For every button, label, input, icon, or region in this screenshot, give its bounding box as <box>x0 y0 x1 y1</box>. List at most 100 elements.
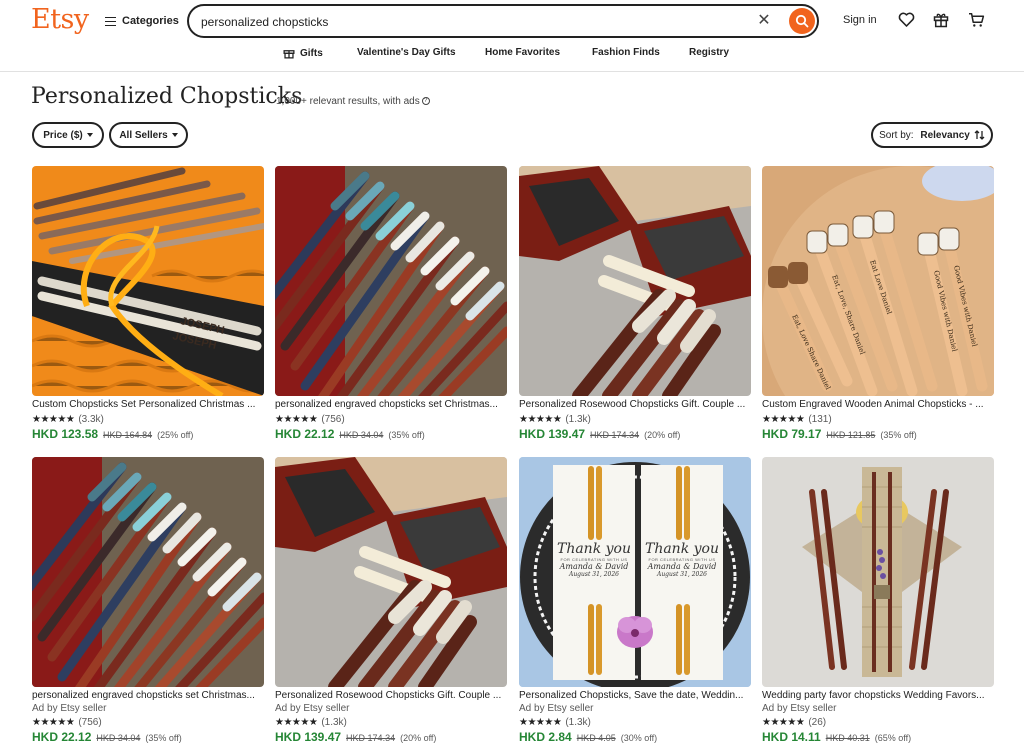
listing-rating: ★★★★★ (131) <box>762 412 994 427</box>
star-rating-icon: ★★★★★ <box>275 414 318 425</box>
listing-image[interactable]: Thank you FOR CELEBRATING WITH US Amanda… <box>519 457 751 687</box>
categories-label: Categories <box>122 15 179 27</box>
listing-image[interactable]: JOSEPH JOSEPH <box>32 166 264 396</box>
result-count-text: 1,000+ relevant results, with ads <box>276 96 420 107</box>
sign-in-link[interactable]: Sign in <box>843 14 877 26</box>
original-price: HKD 34.04 <box>339 430 384 440</box>
listing-price-row: HKD 139.47 HKD 174.34 (20% off) <box>519 427 751 443</box>
sort-value: Relevancy <box>920 129 970 141</box>
categories-button[interactable]: Categories <box>105 12 179 30</box>
listing-card[interactable]: Personalized Rosewood Chopsticks Gift. C… <box>519 166 751 443</box>
price-filter-button[interactable]: Price ($) <box>32 122 104 148</box>
ad-label: Ad by Etsy seller <box>519 703 594 714</box>
listing-rating: ★★★★★ (1.3k) <box>275 715 507 730</box>
original-price: HKD 40.31 <box>825 733 870 743</box>
listing-image[interactable] <box>519 166 751 396</box>
listing-title[interactable]: personalized engraved chopsticks set Chr… <box>32 690 264 703</box>
star-rating-icon: ★★★★★ <box>762 717 805 728</box>
review-count: (756) <box>321 414 345 425</box>
listing-rating: ★★★★★ (3.3k) <box>32 412 264 427</box>
sale-price: HKD 2.84 <box>519 730 572 744</box>
clear-icon[interactable]: ✕ <box>755 12 773 30</box>
sellers-filter-button[interactable]: All Sellers <box>109 122 188 148</box>
listing-card[interactable]: personalized engraved chopsticks set Chr… <box>32 457 264 746</box>
subnav-home-favorites[interactable]: Home Favorites <box>485 47 560 58</box>
subnav-registry[interactable]: Registry <box>689 47 729 58</box>
listing-card[interactable]: Eat, Love Share Daniel Eat, Love, Share … <box>762 166 994 443</box>
listing-title[interactable]: Custom Engraved Wooden Animal Chopsticks… <box>762 399 994 412</box>
listing-title[interactable]: personalized engraved chopsticks set Chr… <box>275 399 507 412</box>
listing-image[interactable]: Eat, Love Share Daniel Eat, Love, Share … <box>762 166 994 396</box>
sort-prefix: Sort by: <box>879 129 917 141</box>
subnav-fashion-finds[interactable]: Fashion Finds <box>592 47 660 58</box>
star-rating-icon: ★★★★★ <box>32 717 75 728</box>
listing-rating: ★★★★★ (1.3k) <box>519 715 751 730</box>
sale-price: HKD 22.12 <box>275 427 335 441</box>
ad-label: Ad by Etsy seller <box>762 703 837 714</box>
original-price: HKD 174.34 <box>590 430 640 440</box>
review-count: (26) <box>808 717 827 728</box>
sale-price: HKD 123.58 <box>32 427 99 441</box>
listing-title[interactable]: Personalized Rosewood Chopsticks Gift. C… <box>519 399 751 412</box>
sellers-filter-label: All Sellers <box>119 129 168 141</box>
review-count: (1.3k) <box>565 414 591 425</box>
listing-card[interactable]: JOSEPH JOSEPH Custom Chopsticks Set Pers… <box>32 166 264 443</box>
site-header: Etsy Categories ✕ Sign in Gifts Valentin… <box>0 0 1024 72</box>
listing-image[interactable] <box>275 166 507 396</box>
listing-price-row: HKD 79.17 HKD 121.85 (35% off) <box>762 427 994 443</box>
listing-price-row: HKD 22.12 HKD 34.04 (35% off) <box>32 730 264 746</box>
listing-title[interactable]: Custom Chopsticks Set Personalized Chris… <box>32 399 264 412</box>
thank-you-card-left: Thank you FOR CELEBRATING WITH US Amanda… <box>553 541 635 578</box>
listing-price-row: HKD 22.12 HKD 34.04 (35% off) <box>275 427 507 443</box>
heart-icon[interactable] <box>897 11 915 29</box>
search-button[interactable] <box>789 8 815 34</box>
sort-arrows-icon <box>974 130 985 140</box>
listing-rating: ★★★★★ (26) <box>762 715 994 730</box>
etsy-logo[interactable]: Etsy <box>31 4 89 35</box>
info-icon[interactable]: ? <box>421 97 430 106</box>
listing-image[interactable] <box>762 457 994 687</box>
discount: (35% off) <box>880 430 917 440</box>
subnav-gifts-label: Gifts <box>300 47 323 59</box>
hamburger-icon <box>105 16 116 27</box>
original-price: HKD 174.34 <box>346 733 396 743</box>
star-rating-icon: ★★★★★ <box>762 414 805 425</box>
discount: (20% off) <box>400 733 437 743</box>
listing-title[interactable]: Personalized Rosewood Chopsticks Gift. C… <box>275 690 507 703</box>
gift-icon[interactable] <box>932 11 950 29</box>
search-input[interactable] <box>201 13 741 31</box>
star-rating-icon: ★★★★★ <box>519 414 562 425</box>
listing-price-row: HKD 14.11 HKD 40.31 (65% off) <box>762 730 994 746</box>
listing-title[interactable]: Personalized Chopsticks, Save the date, … <box>519 690 751 703</box>
card-thank-you: Thank you <box>556 541 631 557</box>
card-names: Amanda & David <box>559 562 629 571</box>
cart-icon[interactable] <box>967 11 985 29</box>
card-names: Amanda & David <box>647 562 717 571</box>
caret-down-icon <box>171 133 178 137</box>
price-filter-label: Price ($) <box>43 129 83 141</box>
listing-title[interactable]: Wedding party favor chopsticks Wedding F… <box>762 690 994 703</box>
listing-image[interactable] <box>32 457 264 687</box>
discount: (25% off) <box>157 430 194 440</box>
card-date: August 31, 2026 <box>656 571 708 578</box>
listing-price-row: HKD 2.84 HKD 4.05 (30% off) <box>519 730 751 746</box>
discount: (35% off) <box>145 733 182 743</box>
listing-card[interactable]: Wedding party favor chopsticks Wedding F… <box>762 457 994 746</box>
listing-card[interactable]: Thank you FOR CELEBRATING WITH US Amanda… <box>519 457 751 746</box>
gift-icon <box>283 50 295 59</box>
review-count: (131) <box>808 414 832 425</box>
listing-rating: ★★★★★ (756) <box>32 715 264 730</box>
subnav-valentines[interactable]: Valentine's Day Gifts <box>357 47 456 58</box>
search-bar: ✕ <box>187 4 819 38</box>
original-price: HKD 4.05 <box>576 733 616 743</box>
listing-card[interactable]: personalized engraved chopsticks set Chr… <box>275 166 507 443</box>
listing-image[interactable] <box>275 457 507 687</box>
sale-price: HKD 139.47 <box>275 730 342 744</box>
star-rating-icon: ★★★★★ <box>32 414 75 425</box>
search-icon <box>795 14 809 28</box>
thank-you-card-right: Thank you FOR CELEBRATING WITH US Amanda… <box>641 541 723 578</box>
subnav-gifts[interactable]: Gifts <box>283 47 323 59</box>
sort-button[interactable]: Sort by: Relevancy <box>871 122 993 148</box>
sale-price: HKD 22.12 <box>32 730 92 744</box>
listing-card[interactable]: Personalized Rosewood Chopsticks Gift. C… <box>275 457 507 746</box>
